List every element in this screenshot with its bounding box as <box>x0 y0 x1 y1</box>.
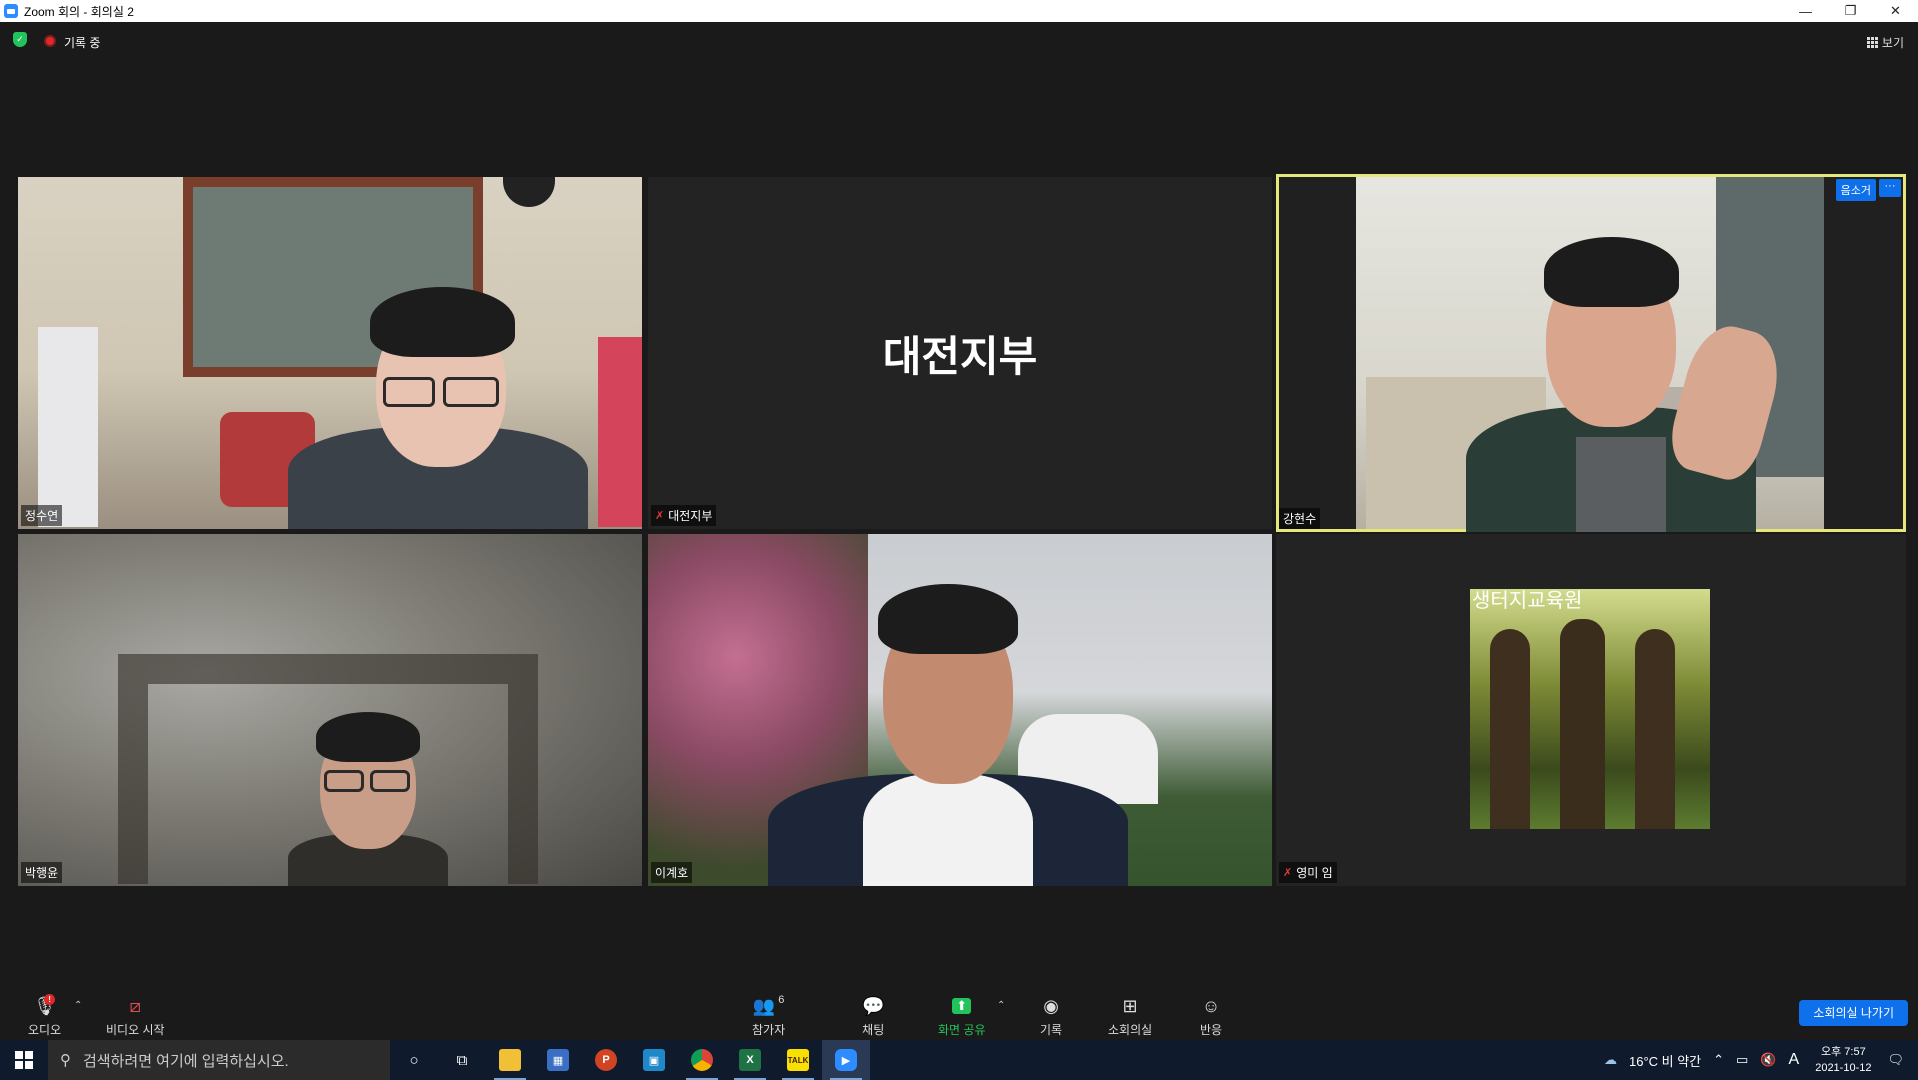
microsoft-store-icon[interactable]: ▦ <box>534 1040 582 1080</box>
muted-mic-icon: ✗ <box>655 510 665 522</box>
kakaotalk-icon[interactable]: TALK <box>774 1040 822 1080</box>
window-titlebar: Zoom 회의 - 회의실 2 — ❐ ✕ <box>0 0 1918 22</box>
tray-overflow-chevron-icon[interactable]: ⌃ <box>1707 1052 1730 1068</box>
wall-clock <box>503 177 555 207</box>
window-controls: — ❐ ✕ <box>1783 0 1918 22</box>
audio-button[interactable]: 🎙 ! 오디오 <box>28 994 61 1038</box>
participants-button[interactable]: 👥 6 참가자 <box>752 994 785 1038</box>
participants-icon: 👥 <box>752 995 776 1016</box>
excel-icon[interactable]: X <box>726 1040 774 1080</box>
ime-indicator[interactable]: A <box>1783 1051 1806 1069</box>
weather-icon[interactable]: ☁ <box>1598 1052 1623 1068</box>
participant-video <box>768 574 1128 886</box>
start-button[interactable] <box>0 1040 48 1080</box>
participant-video <box>288 277 588 529</box>
recording-label: 기록 중 <box>64 36 101 50</box>
share-options-caret[interactable]: ⌃ <box>997 1000 1005 1011</box>
network-icon[interactable]: ▭ <box>1730 1052 1754 1068</box>
video-tile-6[interactable]: 생터지교육원 ✗ 영미 임 <box>1276 534 1906 886</box>
zoom-app-icon <box>4 4 18 18</box>
participant-video <box>268 704 468 886</box>
taskbar-search[interactable]: ⚲ 검색하려면 여기에 입력하십시오. <box>48 1040 390 1080</box>
reactions-button[interactable]: ☺ 반응 <box>1200 994 1222 1038</box>
windows-taskbar: ⚲ 검색하려면 여기에 입력하십시오. ○ ⧉ ▦ P ▣ X TALK ▶ ☁… <box>0 1040 1918 1080</box>
windows-logo-icon <box>15 1051 33 1069</box>
breakout-rooms-icon: ⊞ <box>1122 995 1138 1016</box>
share-screen-icon: ⬆ <box>952 998 972 1014</box>
video-tile-5[interactable]: 이계호 <box>648 534 1272 886</box>
muted-mic-icon: ✗ <box>1283 867 1293 879</box>
meeting-header: ✓ 기록 중 보기 <box>0 22 1918 62</box>
task-view-icon[interactable]: ⧉ <box>438 1040 486 1080</box>
system-tray: ☁ 16°C 비 약간 ⌃ ▭ 🔇 A 오후 7:57 2021-10-12 🗨 <box>1598 1040 1918 1080</box>
view-label: 보기 <box>1881 36 1904 50</box>
grid-view-icon <box>1866 37 1878 48</box>
start-video-button[interactable]: ⧄ 비디오 시작 <box>106 994 165 1038</box>
share-screen-button[interactable]: ⬆ 화면 공유 <box>938 994 986 1038</box>
chat-button[interactable]: 💬 채팅 <box>862 994 884 1038</box>
participant-name: ✗ 대전지부 <box>651 505 717 526</box>
video-tile-3[interactable]: 음소거 ··· 강현수 <box>1276 174 1906 532</box>
notification-icon[interactable]: 🗨 <box>1881 1052 1918 1068</box>
restore-button[interactable]: ❐ <box>1828 0 1873 22</box>
participant-display-name: 대전지부 <box>882 332 1038 380</box>
bookshelf <box>598 337 642 527</box>
participant-name: 이계호 <box>651 862 693 883</box>
chat-icon: 💬 <box>862 995 885 1016</box>
video-tile-1[interactable]: 정수연 <box>18 177 642 529</box>
meeting-controls: 🎙 ! 오디오 ⌃ ⧄ 비디오 시작 👥 6 참가자 💬 채팅 ⬆ 화면 공유 … <box>0 990 1918 1040</box>
zoom-taskbar-icon[interactable]: ▶ <box>822 1040 870 1080</box>
app-icon[interactable]: ▣ <box>630 1040 678 1080</box>
clock-date: 2021-10-12 <box>1815 1062 1872 1074</box>
recording-icon[interactable] <box>44 35 56 47</box>
minimize-button[interactable]: — <box>1783 0 1828 22</box>
more-options-button[interactable]: ··· <box>1879 179 1901 197</box>
chrome-icon[interactable] <box>678 1040 726 1080</box>
participants-count: 6 <box>778 994 785 1006</box>
window-title: Zoom 회의 - 회의실 2 <box>24 4 134 19</box>
security-shield-icon[interactable]: ✓ <box>13 32 27 47</box>
search-placeholder: 검색하려면 여기에 입력하십시오. <box>83 1052 289 1070</box>
participant-name: 강현수 <box>1279 508 1321 529</box>
breakout-rooms-button[interactable]: ⊞ 소회의실 <box>1108 994 1152 1038</box>
volume-muted-icon[interactable]: 🔇 <box>1754 1052 1782 1068</box>
participant-name: 정수연 <box>21 505 63 526</box>
profile-picture <box>1470 589 1710 829</box>
record-button[interactable]: ◉ 기록 <box>1040 994 1062 1038</box>
weather-text[interactable]: 16°C 비 약간 <box>1623 1051 1707 1070</box>
search-icon: ⚲ <box>60 1052 71 1069</box>
video-tile-4[interactable]: 박행윤 <box>18 534 642 886</box>
video-frame <box>1356 177 1824 532</box>
record-icon: ◉ <box>1043 995 1059 1016</box>
clock[interactable]: 오후 7:57 2021-10-12 <box>1805 1044 1881 1076</box>
clock-time: 오후 7:57 <box>1820 1046 1866 1058</box>
powerpoint-icon[interactable]: P <box>582 1040 630 1080</box>
video-off-icon: ⧄ <box>129 995 141 1016</box>
mute-participant-button[interactable]: 음소거 <box>1835 179 1876 201</box>
participant-name: 박행윤 <box>21 862 63 883</box>
leave-breakout-room-button[interactable]: 소회의실 나가기 <box>1799 1000 1908 1026</box>
view-button[interactable]: 보기 <box>1866 34 1904 51</box>
audio-options-caret[interactable]: ⌃ <box>74 1000 82 1011</box>
participant-name: ✗ 영미 임 <box>1279 862 1337 883</box>
file-explorer-icon[interactable] <box>486 1040 534 1080</box>
close-button[interactable]: ✕ <box>1873 0 1918 22</box>
cortana-icon[interactable]: ○ <box>390 1040 438 1080</box>
hanging-clothes <box>38 327 98 527</box>
reaction-smiley-icon: ☺ <box>1201 995 1221 1016</box>
video-tile-2[interactable]: 대전지부 ✗ 대전지부 <box>648 177 1272 529</box>
profile-picture-caption: 생터지교육원 <box>1472 590 1583 612</box>
